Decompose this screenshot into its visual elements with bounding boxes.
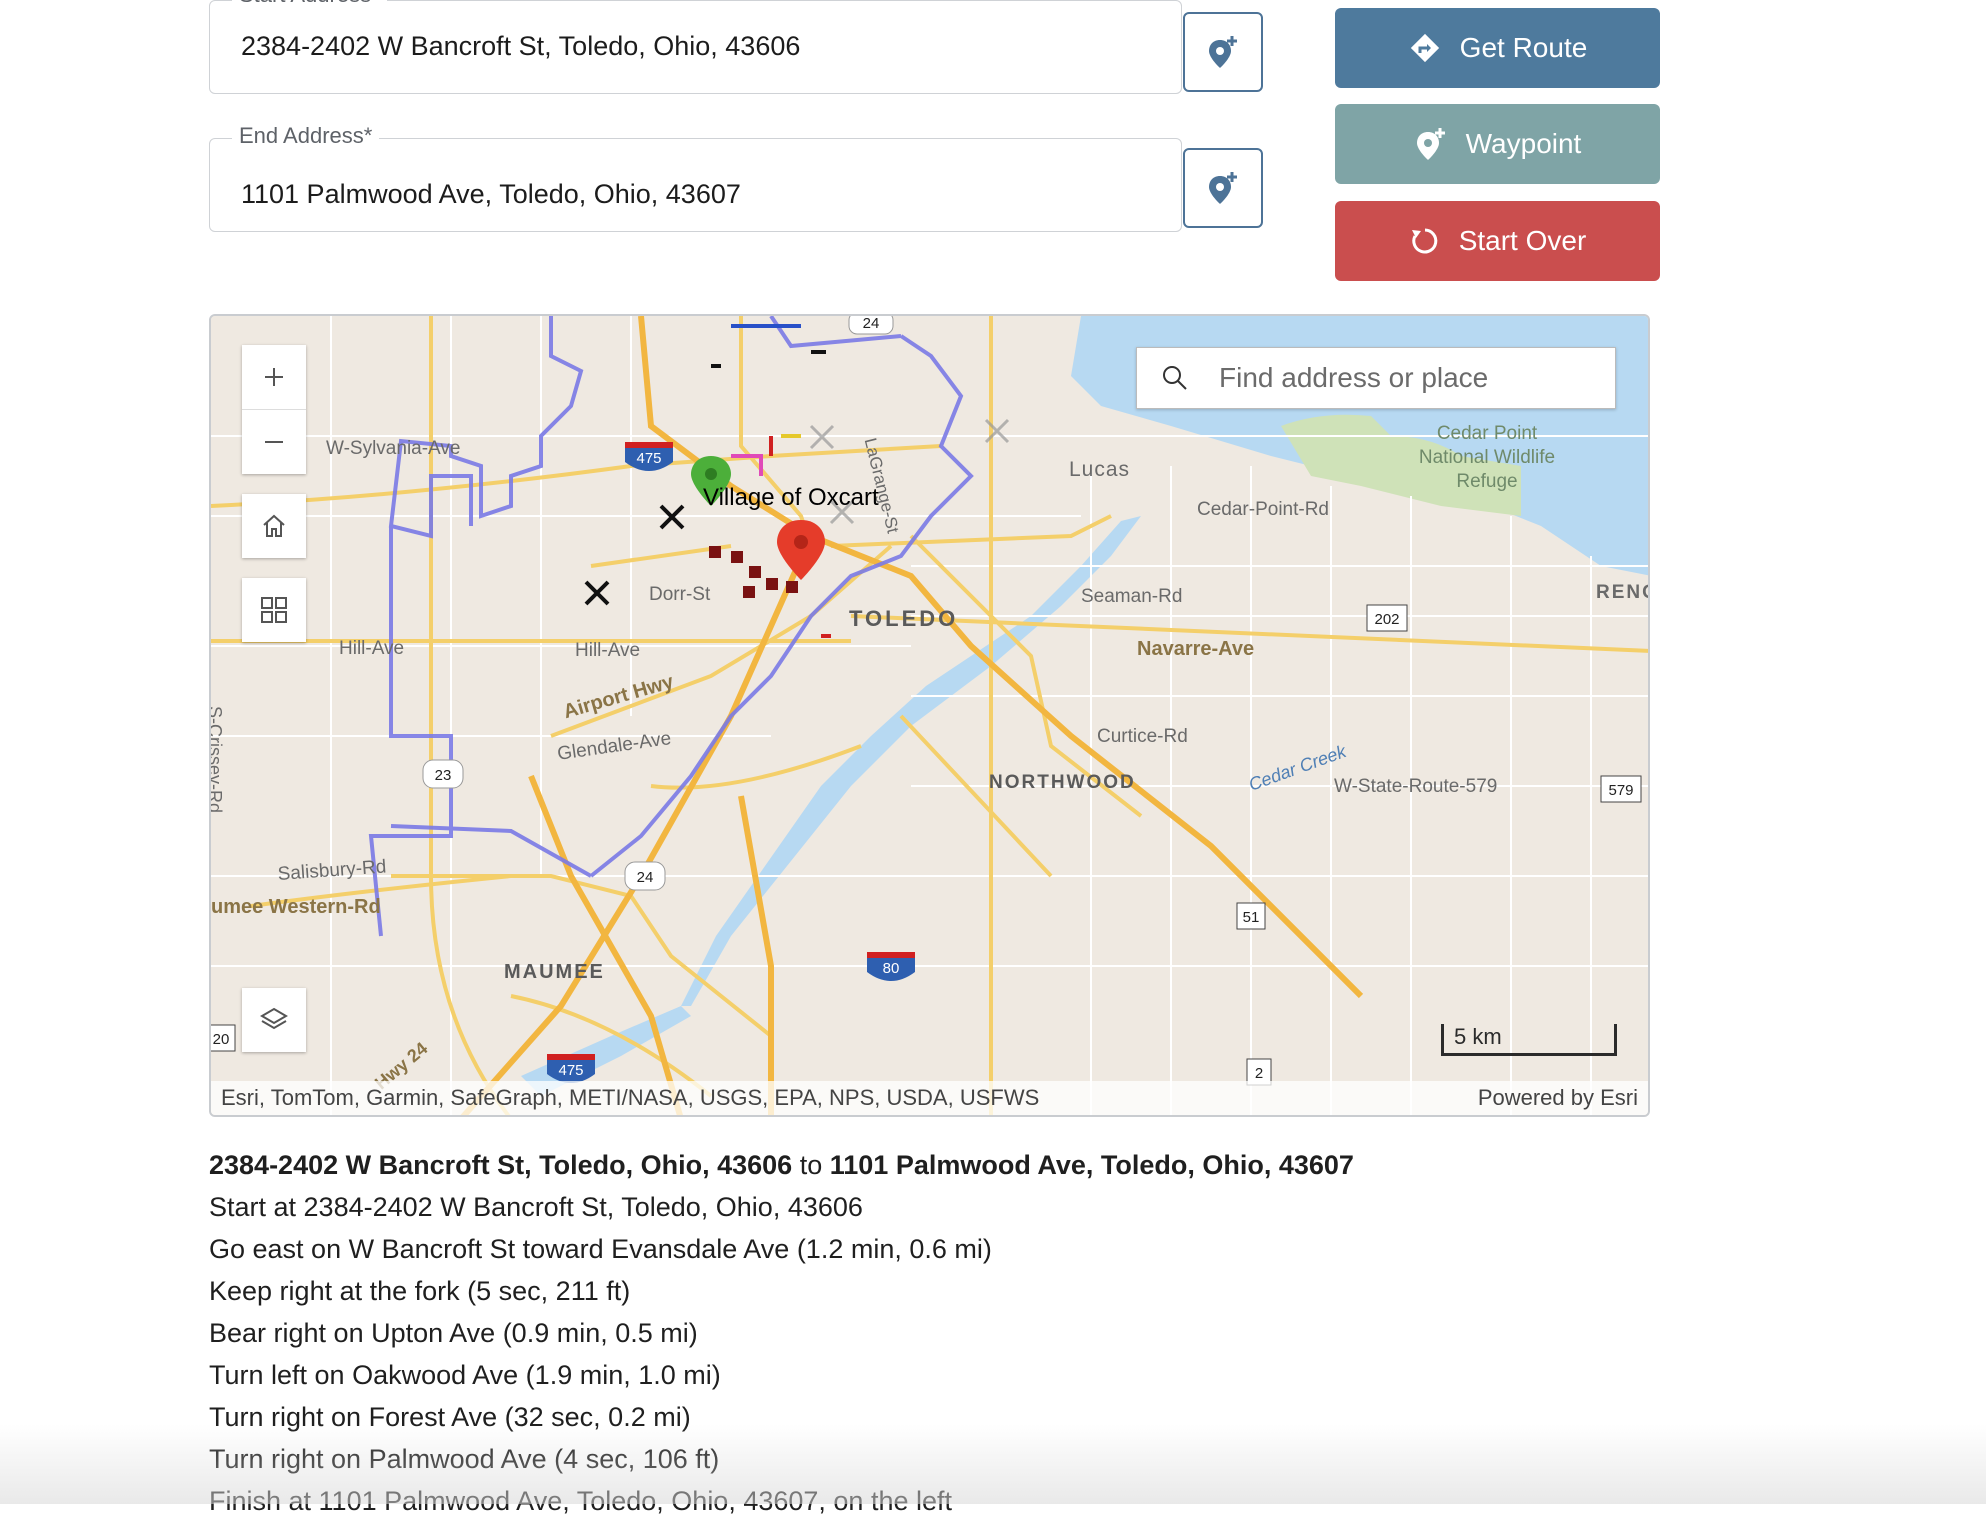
powered-by-esri[interactable]: Powered by Esri bbox=[1478, 1085, 1638, 1111]
get-route-label: Get Route bbox=[1459, 32, 1588, 63]
direction-step: Start at 2384-2402 W Bancroft St, Toledo… bbox=[209, 1192, 863, 1222]
zoom-controls bbox=[242, 345, 306, 474]
end-address-value[interactable]: 1101 Palmwood Ave, Toledo, Ohio, 43607 bbox=[241, 179, 741, 210]
summary-from: 2384-2402 W Bancroft St, Toledo, Ohio, 4… bbox=[209, 1150, 793, 1180]
map-view[interactable]: 24 475 23 24 80 475 202 579 51 2 20 TOLE… bbox=[209, 314, 1650, 1117]
direction-step: Bear right on Upton Ave (0.9 min, 0.5 mi… bbox=[209, 1318, 698, 1348]
svg-text:475: 475 bbox=[558, 1062, 583, 1079]
basemap-gallery-button[interactable] bbox=[242, 578, 306, 642]
svg-text:2: 2 bbox=[1255, 1065, 1263, 1082]
start-address-field[interactable]: Start Address* 2384-2402 W Bancroft St, … bbox=[209, 0, 1182, 94]
map-search bbox=[1136, 347, 1616, 409]
refresh-icon bbox=[1411, 228, 1437, 254]
summary-to: 1101 Palmwood Ave, Toledo, Ohio, 43607 bbox=[829, 1150, 1354, 1180]
direction-step: Turn left on Oakwood Ave (1.9 min, 1.0 m… bbox=[209, 1360, 721, 1390]
map-attribution: Esri, TomTom, Garmin, SafeGraph, METI/NA… bbox=[211, 1081, 1648, 1115]
basemap-gallery-icon bbox=[261, 597, 287, 623]
direction-step: Turn right on Palmwood Ave (4 sec, 106 f… bbox=[209, 1444, 720, 1474]
zoom-out-button[interactable] bbox=[242, 410, 306, 474]
layers-icon bbox=[260, 1007, 288, 1030]
start-locate-button[interactable] bbox=[1183, 12, 1263, 92]
directions-panel: 2384-2402 W Bancroft St, Toledo, Ohio, 4… bbox=[209, 1144, 1709, 1522]
svg-text:51: 51 bbox=[1243, 909, 1260, 926]
attribution-text: Esri, TomTom, Garmin, SafeGraph, METI/NA… bbox=[221, 1085, 1040, 1110]
scale-label: 5 km bbox=[1454, 1024, 1502, 1049]
direction-step: Go east on W Bancroft St toward Evansdal… bbox=[209, 1234, 992, 1264]
summary-to-word: to bbox=[799, 1150, 823, 1180]
svg-text:475: 475 bbox=[636, 450, 661, 467]
start-over-label: Start Over bbox=[1458, 225, 1587, 256]
scale-bar: 5 km bbox=[1441, 1024, 1617, 1056]
home-control bbox=[242, 494, 306, 558]
end-locate-button[interactable] bbox=[1183, 148, 1263, 228]
minus-icon bbox=[265, 441, 283, 443]
waypoint-button[interactable]: Waypoint bbox=[1335, 104, 1660, 184]
waypoint-label: Waypoint bbox=[1465, 128, 1582, 159]
add-location-icon bbox=[1209, 36, 1237, 68]
add-location-icon bbox=[1209, 172, 1237, 204]
svg-text:23: 23 bbox=[435, 767, 452, 784]
shield-24-top: 24 bbox=[863, 316, 880, 332]
start-address-label: Start Address* bbox=[232, 0, 387, 8]
route-summary: 2384-2402 W Bancroft St, Toledo, Ohio, 4… bbox=[209, 1144, 1709, 1186]
direction-step: Finish at 1101 Palmwood Ave, Toledo, Ohi… bbox=[209, 1486, 953, 1516]
svg-text:24: 24 bbox=[637, 869, 654, 886]
layers-control bbox=[242, 988, 306, 1052]
svg-text:202: 202 bbox=[1374, 611, 1399, 628]
start-over-button[interactable]: Start Over bbox=[1335, 201, 1660, 281]
basemap-control bbox=[242, 578, 306, 642]
get-route-button[interactable]: Get Route bbox=[1335, 8, 1660, 88]
search-icon bbox=[1163, 366, 1187, 390]
directions-icon bbox=[1410, 33, 1439, 63]
map-search-input[interactable] bbox=[1217, 348, 1601, 408]
zoom-in-button[interactable] bbox=[242, 345, 306, 409]
end-address-label: End Address* bbox=[232, 123, 380, 149]
add-location-icon bbox=[1416, 128, 1445, 160]
svg-text:80: 80 bbox=[883, 960, 900, 977]
layers-button[interactable] bbox=[242, 988, 306, 1052]
direction-step: Turn right on Forest Ave (32 sec, 0.2 mi… bbox=[209, 1402, 691, 1432]
basemap: 24 475 23 24 80 475 202 579 51 2 20 bbox=[211, 316, 1648, 1115]
home-icon bbox=[263, 514, 285, 537]
home-button[interactable] bbox=[242, 494, 306, 558]
end-address-field[interactable]: End Address* 1101 Palmwood Ave, Toledo, … bbox=[209, 123, 1182, 232]
svg-text:20: 20 bbox=[213, 1031, 230, 1048]
direction-step: Keep right at the fork (5 sec, 211 ft) bbox=[209, 1276, 631, 1306]
plus-icon bbox=[265, 368, 283, 386]
start-address-value[interactable]: 2384-2402 W Bancroft St, Toledo, Ohio, 4… bbox=[241, 31, 800, 62]
svg-text:579: 579 bbox=[1608, 782, 1633, 799]
